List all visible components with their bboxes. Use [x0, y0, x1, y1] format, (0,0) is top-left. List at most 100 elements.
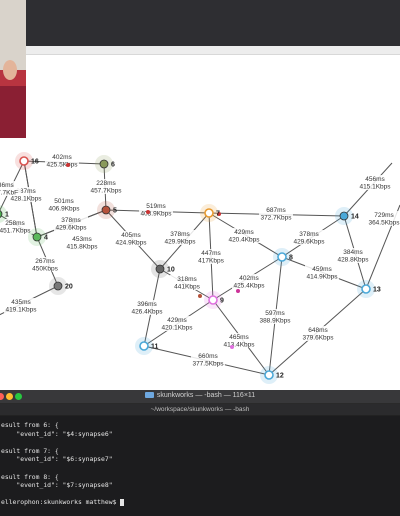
terminal-line: "event_id": "$6:synapse7": [1, 455, 113, 464]
edge-latency-label: 336ms: [0, 182, 15, 189]
graph-node-5[interactable]: 5: [97, 201, 117, 219]
graph-node-12[interactable]: 12: [260, 366, 284, 384]
edge-latency-label: 318ms: [177, 276, 197, 283]
terminal-title: skunkworks — -bash — 116×11: [0, 392, 400, 399]
graph-node-16[interactable]: 16: [15, 152, 39, 170]
graph-node-4[interactable]: 4: [28, 228, 48, 246]
edge-bandwidth-label: 419.1Kbps: [5, 307, 37, 314]
edge-bandwidth-label: 429.9Kbps: [164, 239, 196, 246]
edge-bandwidth-label: 372.7Kbps: [260, 215, 292, 222]
edge-bandwidth-label: 429.6Kbps: [55, 225, 87, 232]
edge-bandwidth-label: 450Kbps: [32, 266, 58, 273]
node-label: 20: [65, 284, 73, 291]
graph-node-8[interactable]: 8: [273, 248, 293, 266]
edge-latency-label: 519ms: [146, 203, 166, 210]
edge-bandwidth-label: 420.1Kbps: [161, 325, 193, 332]
node-circle[interactable]: [19, 156, 29, 166]
node-label: 7: [216, 211, 220, 218]
terminal-window[interactable]: skunkworks — -bash — 116×11 ~/workspace/…: [0, 390, 400, 516]
edge-latency-label: 456ms: [365, 176, 385, 183]
edge-latency-label: 405ms: [121, 232, 141, 239]
node-label: 12: [276, 373, 284, 380]
edge-bandwidth-label: 429.6Kbps: [293, 239, 325, 246]
node-circle[interactable]: [204, 208, 214, 218]
edge-latency-label: 729ms: [374, 212, 394, 219]
browser-tab-strip: [0, 46, 400, 55]
graph-node-20[interactable]: 20: [49, 277, 73, 295]
edge-bandwidth-label: 451.7Kbps: [0, 228, 31, 235]
edge-latency-label: 228ms: [96, 180, 116, 187]
node-circle[interactable]: [32, 232, 42, 242]
edge-bandwidth-label: 428.1Kbps: [10, 196, 42, 203]
node-label: 10: [167, 267, 175, 274]
terminal-line: esult from 7: {: [1, 446, 59, 455]
edge-bandwidth-label: 441Kbps: [174, 284, 200, 291]
node-label: 9: [220, 298, 224, 305]
edge-latency-label: 378ms: [299, 231, 319, 238]
node-circle[interactable]: [155, 264, 165, 274]
node-label: 13: [373, 287, 381, 294]
edge-latency-label: 459ms: [312, 266, 332, 273]
graph-node-6[interactable]: 6: [95, 155, 115, 173]
terminal-title-text: skunkworks — -bash — 116×11: [156, 392, 256, 399]
edge-latency-label: 384ms: [343, 249, 363, 256]
edge-bandwidth-label: 417Kbps: [198, 258, 224, 265]
node-label: 1: [5, 212, 9, 219]
edge-latency-label: 648ms: [308, 327, 328, 334]
terminal-prompt-line[interactable]: ellerophon:skunkworks matthew$: [1, 498, 400, 507]
edge-bandwidth-label: 377.5Kbps: [192, 361, 224, 368]
edge-latency-label: 501ms: [54, 198, 74, 205]
terminal-titlebar[interactable]: skunkworks — -bash — 116×11: [0, 390, 400, 404]
node-circle[interactable]: [264, 370, 274, 380]
node-circle[interactable]: [277, 252, 287, 262]
video-call-toolbar: [0, 0, 400, 46]
edge-bandwidth-label: 415.1Kbps: [359, 184, 391, 191]
edge-bandwidth-label: 403.9Kbps: [140, 211, 172, 218]
edge-latency-label: 465ms: [229, 334, 249, 341]
node-circle[interactable]: [361, 284, 371, 294]
terminal-line: esult from 8: {: [1, 472, 59, 481]
edge-bandwidth-label: 428.8Kbps: [337, 257, 369, 264]
edge-latency-label: 396ms: [137, 301, 157, 308]
edge-latency-label: 378ms: [170, 231, 190, 238]
edge-bandwidth-label: 457.7Kbps: [90, 188, 122, 195]
edge-bandwidth-label: 414.9Kbps: [306, 274, 338, 281]
edge-latency-label: 402ms: [239, 275, 259, 282]
edge-latency-label: 597ms: [265, 310, 285, 317]
edge-bandwidth-label: 406.9Kbps: [48, 206, 80, 213]
node-circle[interactable]: [101, 205, 111, 215]
graph-node-9[interactable]: 9: [204, 291, 224, 309]
edge-latency-label: 378ms: [61, 217, 81, 224]
network-graph[interactable]: 402ms425.5Kbps387ms428.1Kbps336ms417.7Kb…: [0, 55, 400, 390]
node-circle[interactable]: [339, 211, 349, 221]
edge-latency-label: 435ms: [11, 299, 31, 306]
terminal-output[interactable]: esult from 6: { "event_id": "$4:synapse6…: [0, 416, 400, 507]
edge-latency-label: 429ms: [234, 229, 254, 236]
node-circle[interactable]: [99, 159, 109, 169]
node-circle[interactable]: [53, 281, 63, 291]
node-label: 4: [44, 235, 48, 242]
edge-latency-label: 258ms: [5, 220, 25, 227]
message-packet-dot: [236, 289, 240, 293]
node-label: 6: [111, 162, 115, 169]
node-label: 5: [113, 208, 117, 215]
node-circle[interactable]: [139, 341, 149, 351]
node-label: 16: [31, 159, 39, 166]
graph-node-11[interactable]: 11: [135, 337, 159, 355]
terminal-line: "event_id": "$4:synapse6": [1, 429, 113, 438]
graph-node-13[interactable]: 13: [357, 280, 381, 298]
message-packet-dot: [198, 294, 202, 298]
edge-bandwidth-label: 426.4Kbps: [131, 309, 163, 316]
graph-node-7[interactable]: 7: [200, 204, 220, 222]
edge-latency-label: 267ms: [35, 258, 55, 265]
edge-bandwidth-label: 379.6Kbps: [302, 335, 334, 342]
message-packet-dot: [230, 345, 234, 349]
graph-node-14[interactable]: 14: [335, 207, 359, 225]
terminal-tab-path: ~/workspace/skunkworks — -bash: [0, 404, 400, 416]
message-packet-dot: [66, 163, 70, 167]
edge-bandwidth-label: 388.9Kbps: [259, 318, 291, 325]
edge-bandwidth-label: 417.7KbF: [0, 190, 18, 197]
node-circle[interactable]: [208, 295, 218, 305]
